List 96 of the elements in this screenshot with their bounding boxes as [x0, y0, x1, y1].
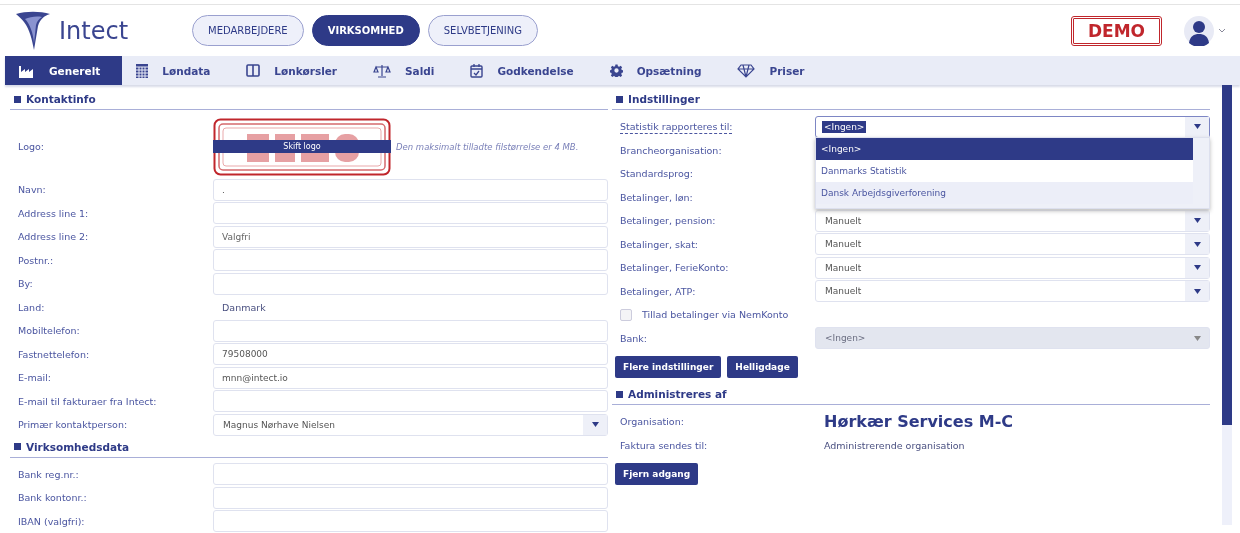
- field-label: Brancheorganisation:: [619, 144, 723, 156]
- chevron-icon[interactable]: [1218, 27, 1226, 34]
- input-field[interactable]: .: [213, 178, 608, 201]
- demo-badge: DEMO: [1070, 15, 1162, 46]
- select-field[interactable]: Manuelt: [815, 256, 1210, 279]
- dropdown-option[interactable]: Danmarks Statistik: [816, 160, 1193, 182]
- scrollbar[interactable]: [1222, 85, 1232, 525]
- select-field[interactable]: Manuelt: [815, 233, 1210, 256]
- field-label: Betalinger, FerieKonto:: [619, 262, 730, 274]
- settings-icon: [609, 64, 623, 77]
- nav-button[interactable]: SELVBETJENING: [427, 15, 538, 46]
- tab[interactable]: Løndata: [122, 56, 233, 85]
- select-field[interactable]: Magnus Nørhave Nielsen: [213, 413, 608, 436]
- caret-icon: [1193, 218, 1201, 224]
- select-field[interactable]: <Ingen>: [815, 327, 1210, 350]
- field-label: Faktura sendes til:: [619, 439, 709, 451]
- field-label: Land:: [17, 301, 46, 313]
- field-label: Statistik rapporteres til:: [619, 121, 734, 133]
- caret-icon: [1193, 288, 1201, 294]
- field-label: IBAN (valgfri):: [17, 515, 86, 527]
- field-label: Betalinger, ATP:: [619, 285, 697, 297]
- select-field[interactable]: Manuelt: [815, 209, 1210, 232]
- diamond-icon: [737, 63, 756, 78]
- bullet-icon: [14, 443, 21, 450]
- caret-icon: [1193, 124, 1201, 130]
- input-field[interactable]: mnn@intect.io: [213, 366, 608, 389]
- input-field[interactable]: [213, 510, 608, 533]
- input-field[interactable]: Valgfri: [213, 225, 608, 248]
- caret-icon: [1193, 335, 1201, 341]
- caret-icon: [1193, 241, 1201, 247]
- section-title: Administreres af: [628, 388, 727, 400]
- field-value: Administrerende organisation: [823, 439, 966, 451]
- tab[interactable]: Priser: [723, 56, 827, 85]
- field-label: Betalinger, pension:: [619, 215, 717, 227]
- logo-text: Intect: [59, 16, 129, 45]
- section-title: Indstillinger: [628, 93, 700, 105]
- field-label: Logo:: [17, 141, 45, 153]
- settings-button[interactable]: Helligdage: [727, 356, 798, 378]
- input-field[interactable]: [213, 463, 608, 486]
- checkbox-label: Tillad betalinger via NemKonto: [642, 309, 789, 321]
- field-label: Postnr.:: [17, 254, 55, 266]
- change-logo-button[interactable]: Skift logo: [213, 140, 391, 154]
- columns-icon: [246, 64, 261, 77]
- input-field[interactable]: [213, 249, 608, 272]
- scrollbar-thumb[interactable]: [1222, 85, 1232, 425]
- avatar-icon[interactable]: [1184, 15, 1214, 46]
- remove-access-button[interactable]: Fjern adgang: [615, 463, 699, 485]
- field-label: Fastnettelefon:: [17, 348, 91, 360]
- nav-button[interactable]: MEDARBEJDERE: [192, 15, 304, 46]
- field-value: Danmark: [221, 301, 267, 313]
- field-label: Organisation:: [619, 416, 685, 428]
- logo-icon: [15, 10, 51, 51]
- tab[interactable]: Saldi: [359, 56, 457, 85]
- section-title: Virksomhedsdata: [26, 440, 130, 453]
- field-label: Standardsprog:: [619, 168, 694, 180]
- tab[interactable]: Opsætning: [595, 56, 724, 85]
- field-label: Bank:: [619, 332, 649, 344]
- select-field[interactable]: Manuelt: [815, 280, 1210, 303]
- input-field[interactable]: [213, 319, 608, 342]
- caret-icon: [591, 422, 599, 428]
- tab[interactable]: Lønkørsler: [232, 56, 360, 85]
- hint-text: Den maksimalt tilladte filstørrelse er 4 MB.: [395, 141, 580, 152]
- field-label: Primær kontaktperson:: [17, 419, 129, 431]
- calendar-check-icon: [470, 63, 484, 78]
- settings-button[interactable]: Flere indstillinger: [615, 356, 722, 378]
- field-label: Betalinger, skat:: [619, 238, 700, 250]
- field-label: By:: [17, 278, 34, 290]
- caret-icon: [1193, 265, 1201, 271]
- bullet-icon: [616, 390, 623, 398]
- tab[interactable]: Generelt: [5, 56, 123, 85]
- scales-icon: [373, 63, 392, 78]
- field-label: Mobiltelefon:: [17, 325, 81, 337]
- field-label: Navn:: [17, 184, 47, 196]
- select-field[interactable]: <Ingen>: [815, 115, 1210, 138]
- input-field[interactable]: [213, 202, 608, 225]
- factory-icon: [19, 63, 35, 78]
- field-label: Bank kontonr.:: [17, 492, 88, 504]
- input-field[interactable]: [213, 390, 608, 413]
- organisation-name: Hørkær Services M-C: [823, 412, 1015, 432]
- field-label: Betalinger, løn:: [619, 191, 694, 203]
- input-field[interactable]: [213, 272, 608, 295]
- dropdown-option[interactable]: <Ingen>: [816, 138, 1193, 160]
- field-label: Bank reg.nr.:: [17, 468, 80, 480]
- input-field[interactable]: 79508000: [213, 343, 608, 366]
- grid-icon: [136, 63, 149, 78]
- bullet-icon: [14, 95, 21, 103]
- input-field[interactable]: [213, 486, 608, 509]
- tab[interactable]: Godkendelse: [456, 56, 596, 85]
- nav-button[interactable]: VIRKSOMHED: [311, 15, 420, 46]
- field-label: E-mail til fakturaer fra Intect:: [17, 395, 158, 407]
- field-label: Address line 2:: [17, 231, 90, 243]
- field-label: E-mail:: [17, 372, 52, 384]
- checkbox[interactable]: [620, 308, 632, 321]
- bullet-icon: [616, 95, 623, 103]
- field-label: Address line 1:: [17, 207, 90, 219]
- section-title: Kontaktinfo: [26, 93, 96, 105]
